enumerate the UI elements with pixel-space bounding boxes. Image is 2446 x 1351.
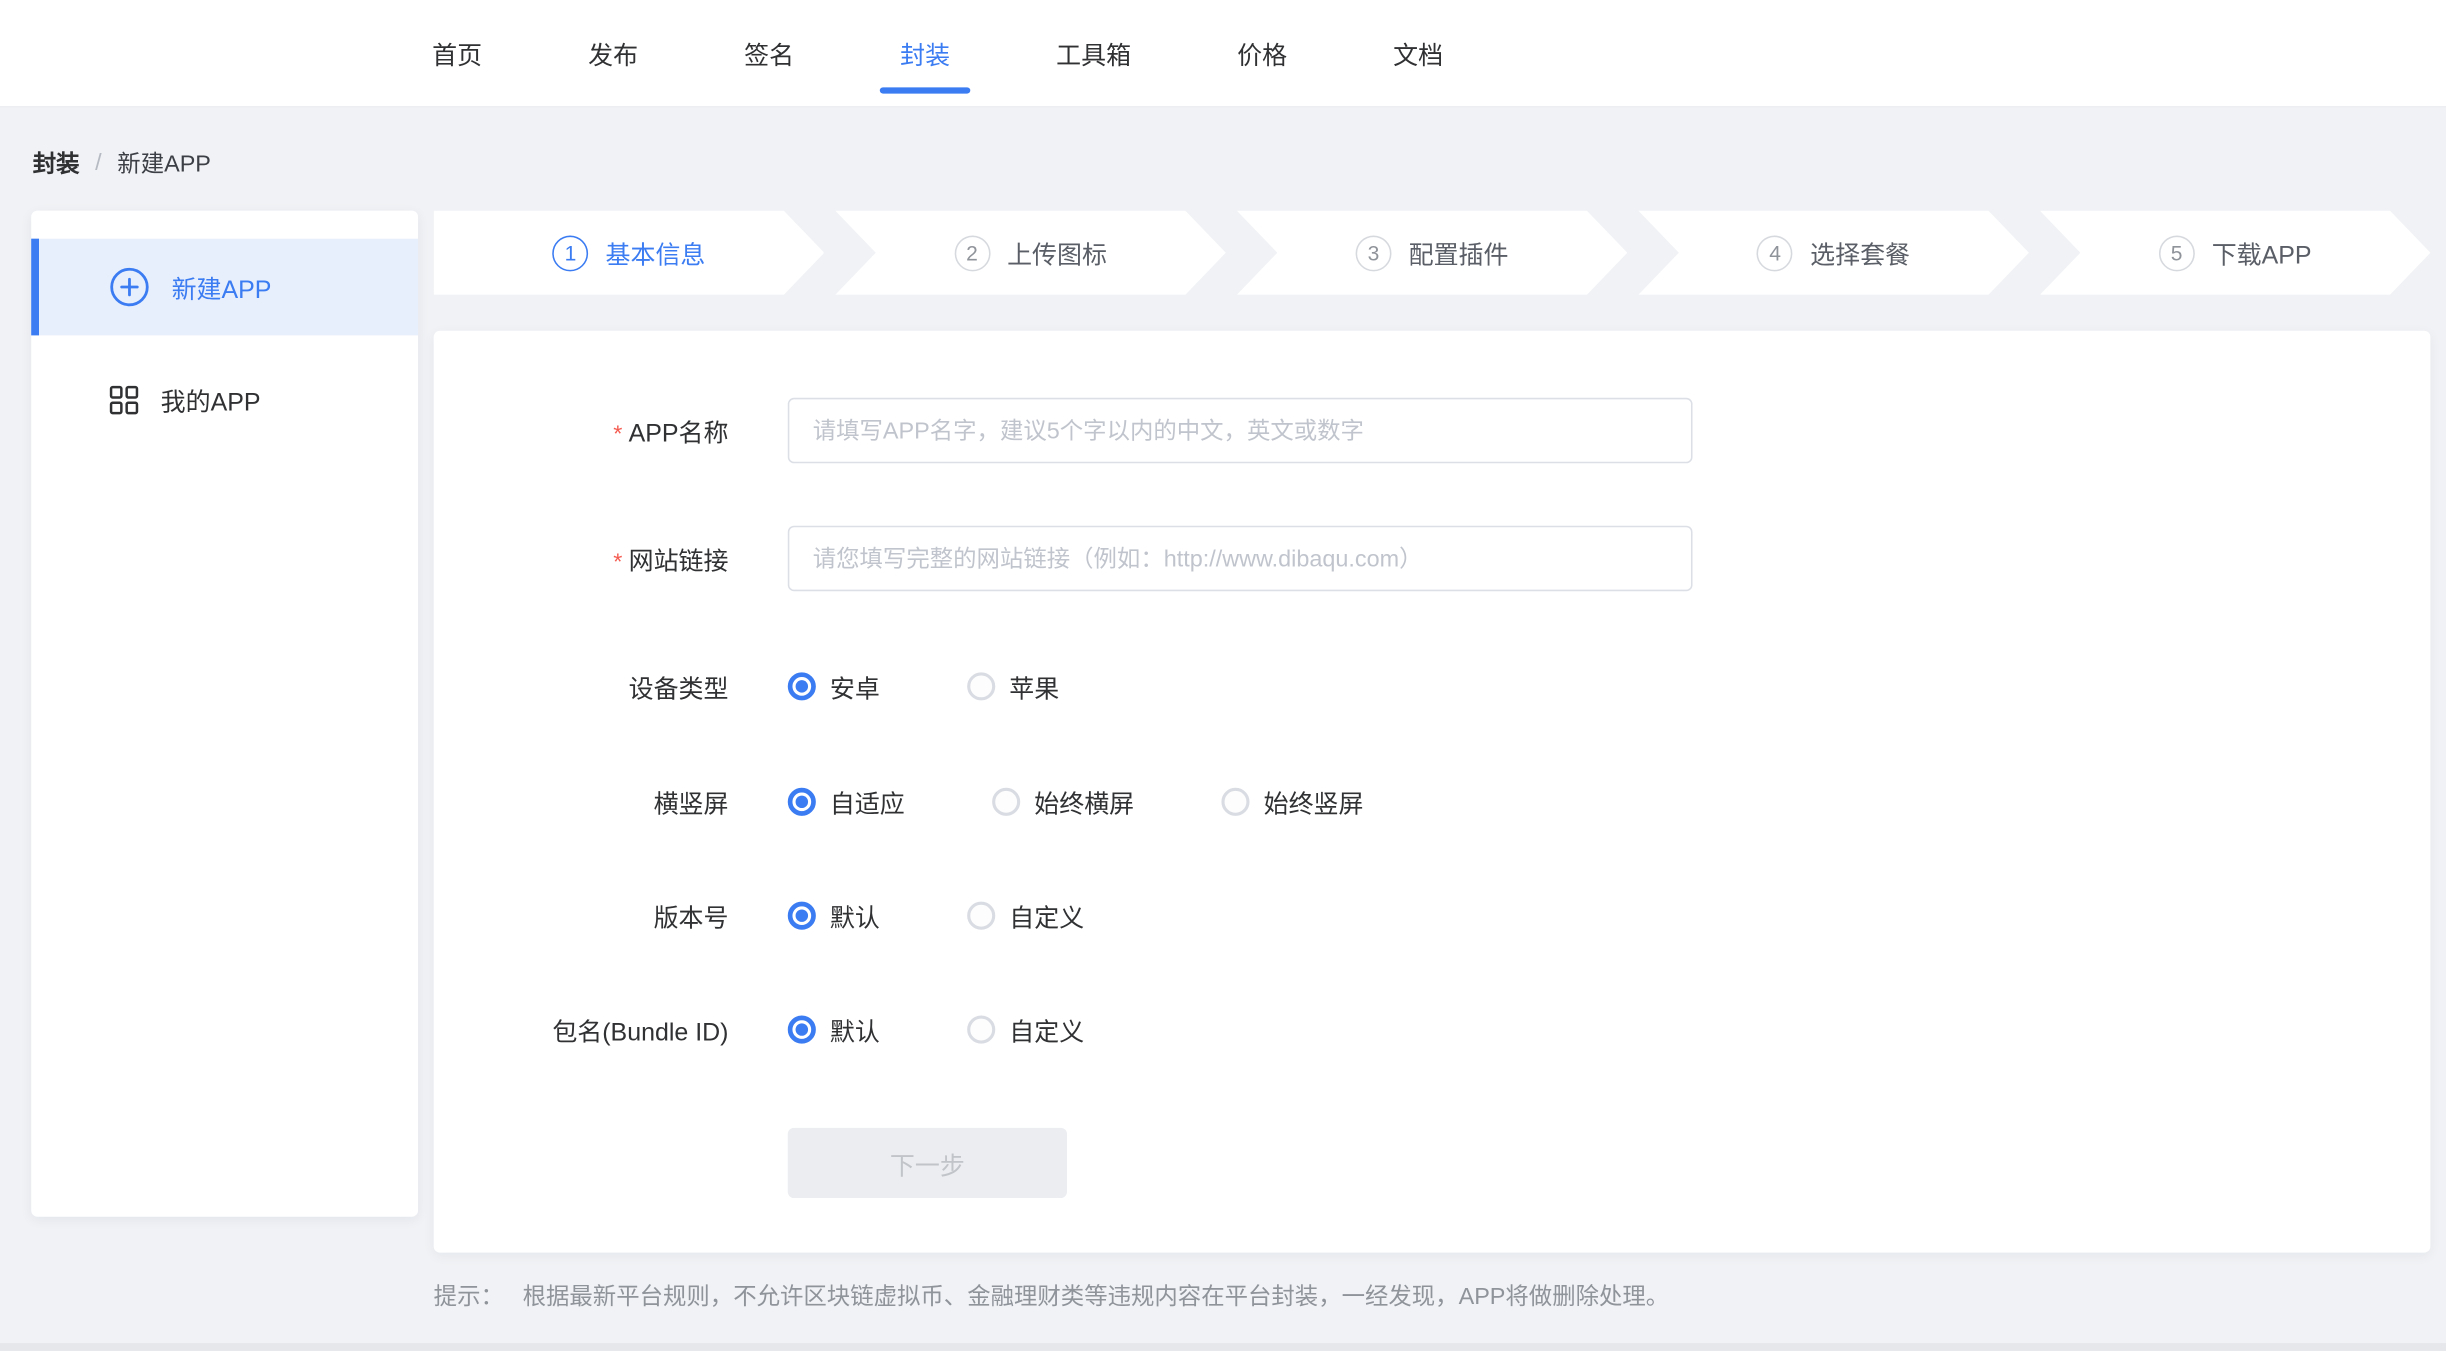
radio-dot <box>967 1016 995 1044</box>
radio-dot <box>967 902 995 930</box>
sidebar-item-my-app[interactable]: 我的APP <box>31 351 418 448</box>
form-row-site-url: *网站链接 <box>493 526 2371 592</box>
nav-item-signature[interactable]: 签名 <box>744 34 794 71</box>
step-configure-plugin: 3 配置插件 <box>1237 211 1628 295</box>
plus-circle-icon <box>109 267 150 308</box>
step-label: 下载APP <box>2212 234 2312 271</box>
radio-dot <box>788 902 816 930</box>
step-number: 3 <box>1356 235 1392 271</box>
step-wizard: 1 基本信息 2 上传图标 3 配置插件 4 选择套餐 5 下载APP <box>434 211 2431 295</box>
sidebar-item-label: 新建APP <box>172 268 272 305</box>
sidebar: 新建APP 我的APP <box>31 211 418 1217</box>
form-row-version: 版本号 默认 自定义 <box>493 883 2371 949</box>
step-download-app: 5 下载APP <box>2040 211 2431 295</box>
radio-version-custom[interactable]: 自定义 <box>967 897 1084 934</box>
breadcrumb-current: 新建APP <box>117 147 211 180</box>
nav-item-home[interactable]: 首页 <box>432 34 482 71</box>
required-mark: * <box>613 549 622 576</box>
breadcrumb-root[interactable]: 封装 <box>33 147 80 180</box>
required-mark: * <box>613 421 622 448</box>
step-label: 基本信息 <box>606 234 706 271</box>
app-name-label: *APP名称 <box>493 412 729 449</box>
step-number: 2 <box>954 235 990 271</box>
step-upload-icon: 2 上传图标 <box>835 211 1226 295</box>
radio-dot <box>788 672 816 700</box>
radio-android[interactable]: 安卓 <box>788 668 880 705</box>
radio-dot <box>992 788 1020 816</box>
device-type-label: 设备类型 <box>493 668 729 705</box>
breadcrumb: 封装 / 新建APP <box>33 147 211 180</box>
page: 首页 发布 签名 封装 工具箱 价格 文档 封装 / 新建APP 新建APP <box>0 0 2446 1351</box>
step-label: 配置插件 <box>1409 234 1509 271</box>
grid-icon <box>109 385 139 415</box>
tip-text: 根据最新平台规则，不允许区块链虚拟币、金融理财类等违规内容在平台封装，一经发现，… <box>523 1279 1670 1312</box>
nav-item-docs[interactable]: 文档 <box>1393 34 1443 71</box>
radio-bundle-default[interactable]: 默认 <box>788 1011 880 1048</box>
step-number: 5 <box>2159 235 2195 271</box>
form-row-app-name: *APP名称 <box>493 398 2371 464</box>
form-row-orientation: 横竖屏 自适应 始终横屏 始终竖屏 <box>493 769 2371 835</box>
radio-adaptive[interactable]: 自适应 <box>788 783 905 820</box>
footer-tip: 提示： 根据最新平台规则，不允许区块链虚拟币、金融理财类等违规内容在平台封装，一… <box>434 1279 1670 1312</box>
version-label: 版本号 <box>493 897 729 934</box>
breadcrumb-separator: / <box>95 150 102 177</box>
next-step-button[interactable]: 下一步 <box>788 1128 1067 1198</box>
radio-dot <box>788 1016 816 1044</box>
radio-bundle-custom[interactable]: 自定义 <box>967 1011 1084 1048</box>
step-number: 1 <box>553 235 589 271</box>
form-card: *APP名称 *网站链接 设备类型 安卓 苹果 横竖屏 <box>434 331 2431 1253</box>
radio-dot <box>1221 788 1249 816</box>
bundle-id-label: 包名(Bundle ID) <box>493 1011 729 1048</box>
radio-version-default[interactable]: 默认 <box>788 897 880 934</box>
nav-item-toolbox[interactable]: 工具箱 <box>1056 34 1131 71</box>
nav-item-package[interactable]: 封装 <box>900 34 950 71</box>
app-name-input[interactable] <box>788 398 1693 464</box>
radio-dot <box>788 788 816 816</box>
sidebar-item-new-app[interactable]: 新建APP <box>31 239 418 336</box>
step-label: 上传图标 <box>1007 234 1107 271</box>
top-navigation-bar: 首页 发布 签名 封装 工具箱 价格 文档 <box>0 0 2446 108</box>
orientation-label: 横竖屏 <box>493 783 729 820</box>
radio-dot <box>967 672 995 700</box>
nav-items: 首页 发布 签名 封装 工具箱 价格 文档 <box>0 0 2446 106</box>
step-select-plan: 4 选择套餐 <box>1638 211 2029 295</box>
site-url-label: *网站链接 <box>493 540 729 577</box>
form-row-device-type: 设备类型 安卓 苹果 <box>493 654 2371 720</box>
nav-item-price[interactable]: 价格 <box>1237 34 1287 71</box>
radio-always-portrait[interactable]: 始终竖屏 <box>1221 783 1363 820</box>
form-row-bundle-id: 包名(Bundle ID) 默认 自定义 <box>493 997 2371 1063</box>
nav-item-publish[interactable]: 发布 <box>588 34 638 71</box>
site-url-input[interactable] <box>788 526 1693 592</box>
radio-apple[interactable]: 苹果 <box>967 668 1059 705</box>
step-number: 4 <box>1757 235 1793 271</box>
radio-always-landscape[interactable]: 始终横屏 <box>992 783 1134 820</box>
step-label: 选择套餐 <box>1810 234 1910 271</box>
step-basic-info: 1 基本信息 <box>434 211 825 295</box>
tip-label: 提示： <box>434 1279 504 1312</box>
sidebar-item-label: 我的APP <box>161 381 261 418</box>
